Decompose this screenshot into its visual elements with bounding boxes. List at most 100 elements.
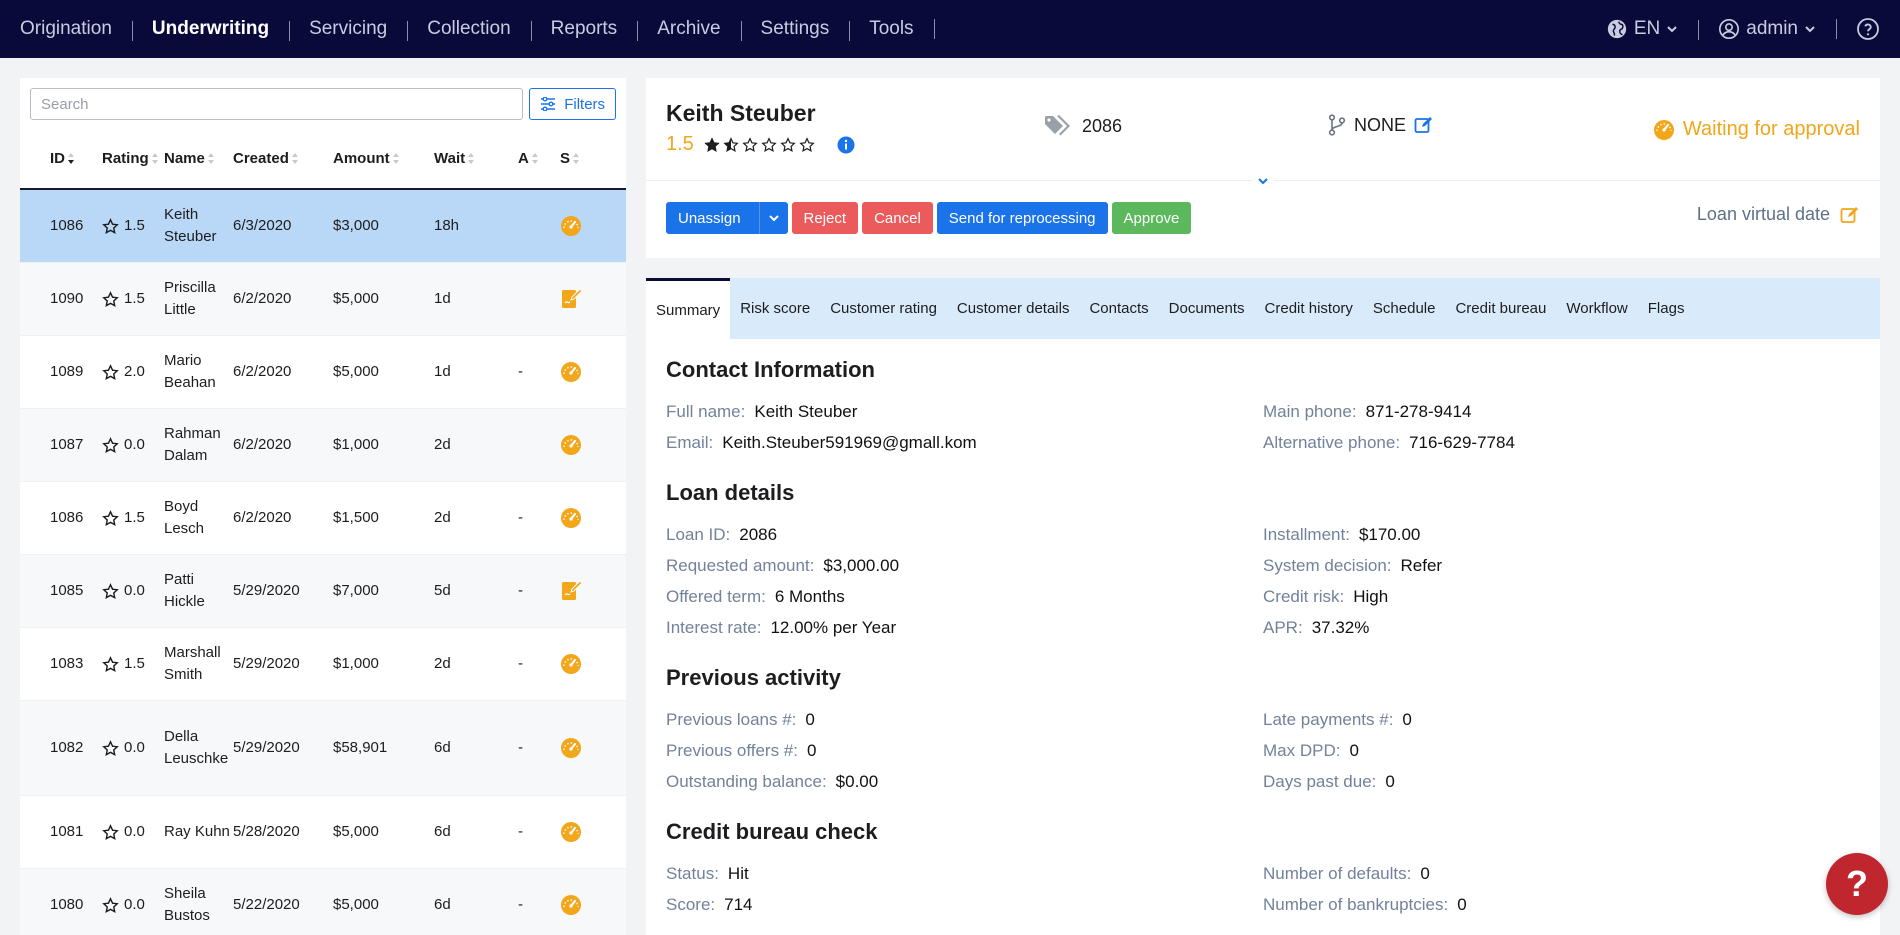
language-selector[interactable]: EN (1586, 18, 1698, 40)
loan-virtual-date[interactable]: Loan virtual date (1697, 204, 1860, 225)
cell-status (560, 580, 620, 602)
column-header-id[interactable]: ID (20, 150, 102, 167)
nav-item-settings[interactable]: Settings (740, 18, 850, 41)
cell-rating: 0.0 (102, 821, 164, 843)
edit-icon[interactable] (1414, 115, 1434, 135)
column-header-rating[interactable]: Rating (102, 150, 164, 167)
section-title-credit-bureau-check: Credit bureau check (666, 819, 878, 844)
cell-status (560, 737, 620, 759)
tab-workflow[interactable]: Workflow (1556, 278, 1637, 339)
sort-icon (291, 152, 299, 164)
approve-button[interactable]: Approve (1111, 202, 1192, 234)
send-for-reprocessing-button[interactable]: Send for reprocessing (936, 202, 1108, 234)
gauge-icon (1653, 119, 1674, 140)
rating-text: 1.5 (124, 509, 145, 526)
star-icon (102, 217, 119, 234)
field-label: Full name: (666, 402, 746, 421)
search-input[interactable] (30, 88, 524, 120)
info-icon[interactable] (837, 136, 855, 154)
field-label: Interest rate: (666, 618, 762, 637)
rating-text: 2.0 (124, 363, 145, 380)
table-row[interactable]: 1086 1.5 Keith Steuber 6/3/2020 $3,000 18h (20, 190, 626, 263)
help-menu[interactable] (1836, 17, 1900, 41)
cell-wait: 6d (434, 739, 451, 756)
table-row[interactable]: 1080 0.0 Sheila Bustos 5/22/2020 $5,000 6d - (20, 869, 626, 935)
fields-column-right: Number of defaults: 0 Number of bankruptci… (1263, 864, 1860, 926)
sort-icon (531, 152, 539, 164)
field-credit-risk: Credit risk: High (1263, 587, 1860, 618)
field-max-dpd: Max DPD: 0 (1263, 741, 1860, 772)
user-menu[interactable]: admin (1698, 18, 1836, 40)
nav-item-servicing[interactable]: Servicing (289, 18, 407, 41)
tab-documents[interactable]: Documents (1159, 278, 1255, 339)
rating-text: 0.0 (124, 739, 145, 756)
cell-created: 6/2/2020 (233, 290, 292, 307)
table-row[interactable]: 1083 1.5 Marshall Smith 5/29/2020 $1,000 2d - (20, 628, 626, 701)
cancel-button[interactable]: Cancel (862, 202, 933, 234)
field-value: $170.00 (1358, 525, 1421, 544)
gauge-icon (561, 895, 581, 915)
cell-name: Priscilla Little (164, 279, 216, 318)
reject-button[interactable]: Reject (791, 202, 859, 234)
nav-item-collection[interactable]: Collection (407, 18, 530, 41)
cell-name: Patti Hickle (164, 571, 205, 610)
star-icon (780, 136, 796, 152)
column-header-name[interactable]: Name (164, 150, 233, 167)
cell-rating: 0.0 (102, 580, 164, 602)
nav-item-reports[interactable]: Reports (530, 18, 638, 41)
tab-schedule[interactable]: Schedule (1363, 278, 1446, 339)
field-label: Late payments #: (1263, 710, 1394, 729)
tab-customer-rating[interactable]: Customer rating (820, 278, 947, 339)
sort-icon (68, 152, 75, 164)
cell-status (560, 215, 620, 237)
table-row[interactable]: 1081 0.0 Ray Kuhn 5/28/2020 $5,000 6d - (20, 796, 626, 869)
section-title-loan-details: Loan details (666, 480, 795, 505)
field-value: 716-629-7784 (1409, 433, 1515, 452)
field-alternative-phone: Alternative phone: 716-629-7784 (1263, 433, 1860, 464)
unassign-button[interactable]: Unassign (666, 202, 759, 234)
tab-credit-bureau[interactable]: Credit bureau (1445, 278, 1556, 339)
tab-contacts[interactable]: Contacts (1079, 278, 1158, 339)
section-title-contact-information: Contact Information (666, 357, 875, 382)
field-value: $0.00 (835, 772, 879, 791)
nav-item-origination[interactable]: Origination (20, 18, 132, 40)
unassign-dropdown-toggle[interactable] (758, 202, 788, 234)
column-header-a[interactable]: A (518, 150, 560, 167)
field-interest-rate: Interest rate: 12.00% per Year (666, 618, 1263, 649)
tab-credit-history[interactable]: Credit history (1255, 278, 1363, 339)
cell-wait: 2d (434, 436, 451, 453)
table-row[interactable]: 1086 1.5 Boyd Lesch 6/2/2020 $1,500 2d - (20, 482, 626, 555)
help-button[interactable]: ? (1826, 853, 1888, 915)
tab-summary[interactable]: Summary (646, 278, 731, 339)
tab-risk-score[interactable]: Risk score (730, 278, 820, 339)
nav-item-tools[interactable]: Tools (849, 18, 933, 41)
nav-item-underwriting[interactable]: Underwriting (131, 18, 289, 41)
table-row[interactable]: 1089 2.0 Mario Beahan 6/2/2020 $5,000 1d - (20, 336, 626, 409)
cell-id: 1082 (50, 739, 84, 756)
nav-divider (933, 19, 935, 39)
expand-header-toggle[interactable] (1252, 170, 1274, 192)
cell-rating: 0.0 (102, 894, 164, 916)
nav-item-archive[interactable]: Archive (637, 18, 740, 41)
column-header-s[interactable]: S (560, 150, 620, 167)
star-icon (102, 436, 119, 453)
filters-button[interactable]: Filters (529, 88, 616, 120)
tab-customer-details[interactable]: Customer details (947, 278, 1080, 339)
tab-flags[interactable]: Flags (1638, 278, 1695, 339)
field-label: System decision: (1263, 556, 1392, 575)
field-label: Main phone: (1263, 402, 1357, 421)
column-header-wait[interactable]: Wait (434, 150, 518, 167)
table-row[interactable]: 1090 1.5 Priscilla Little 6/2/2020 $5,000 1d (20, 263, 626, 336)
table-row[interactable]: 1085 0.0 Patti Hickle 5/29/2020 $7,000 5d - (20, 555, 626, 628)
column-header-created[interactable]: Created (233, 150, 333, 167)
table-row[interactable]: 1087 0.0 Rahman Dalam 6/2/2020 $1,000 2d (20, 409, 626, 482)
file-signature-icon (562, 580, 582, 600)
application-status: Waiting for approval (1653, 118, 1860, 141)
loan-id-value: 2086 (1082, 115, 1123, 136)
column-header-amount[interactable]: Amount (333, 150, 434, 167)
table-row[interactable]: 1082 0.0 Della Leuschke 5/29/2020 $58,901 6d - (20, 701, 626, 796)
user-label: admin (1746, 18, 1798, 39)
field-label: Score: (666, 895, 716, 914)
cell-name: Keith Steuber (164, 206, 217, 245)
tags-icon (1045, 115, 1070, 136)
